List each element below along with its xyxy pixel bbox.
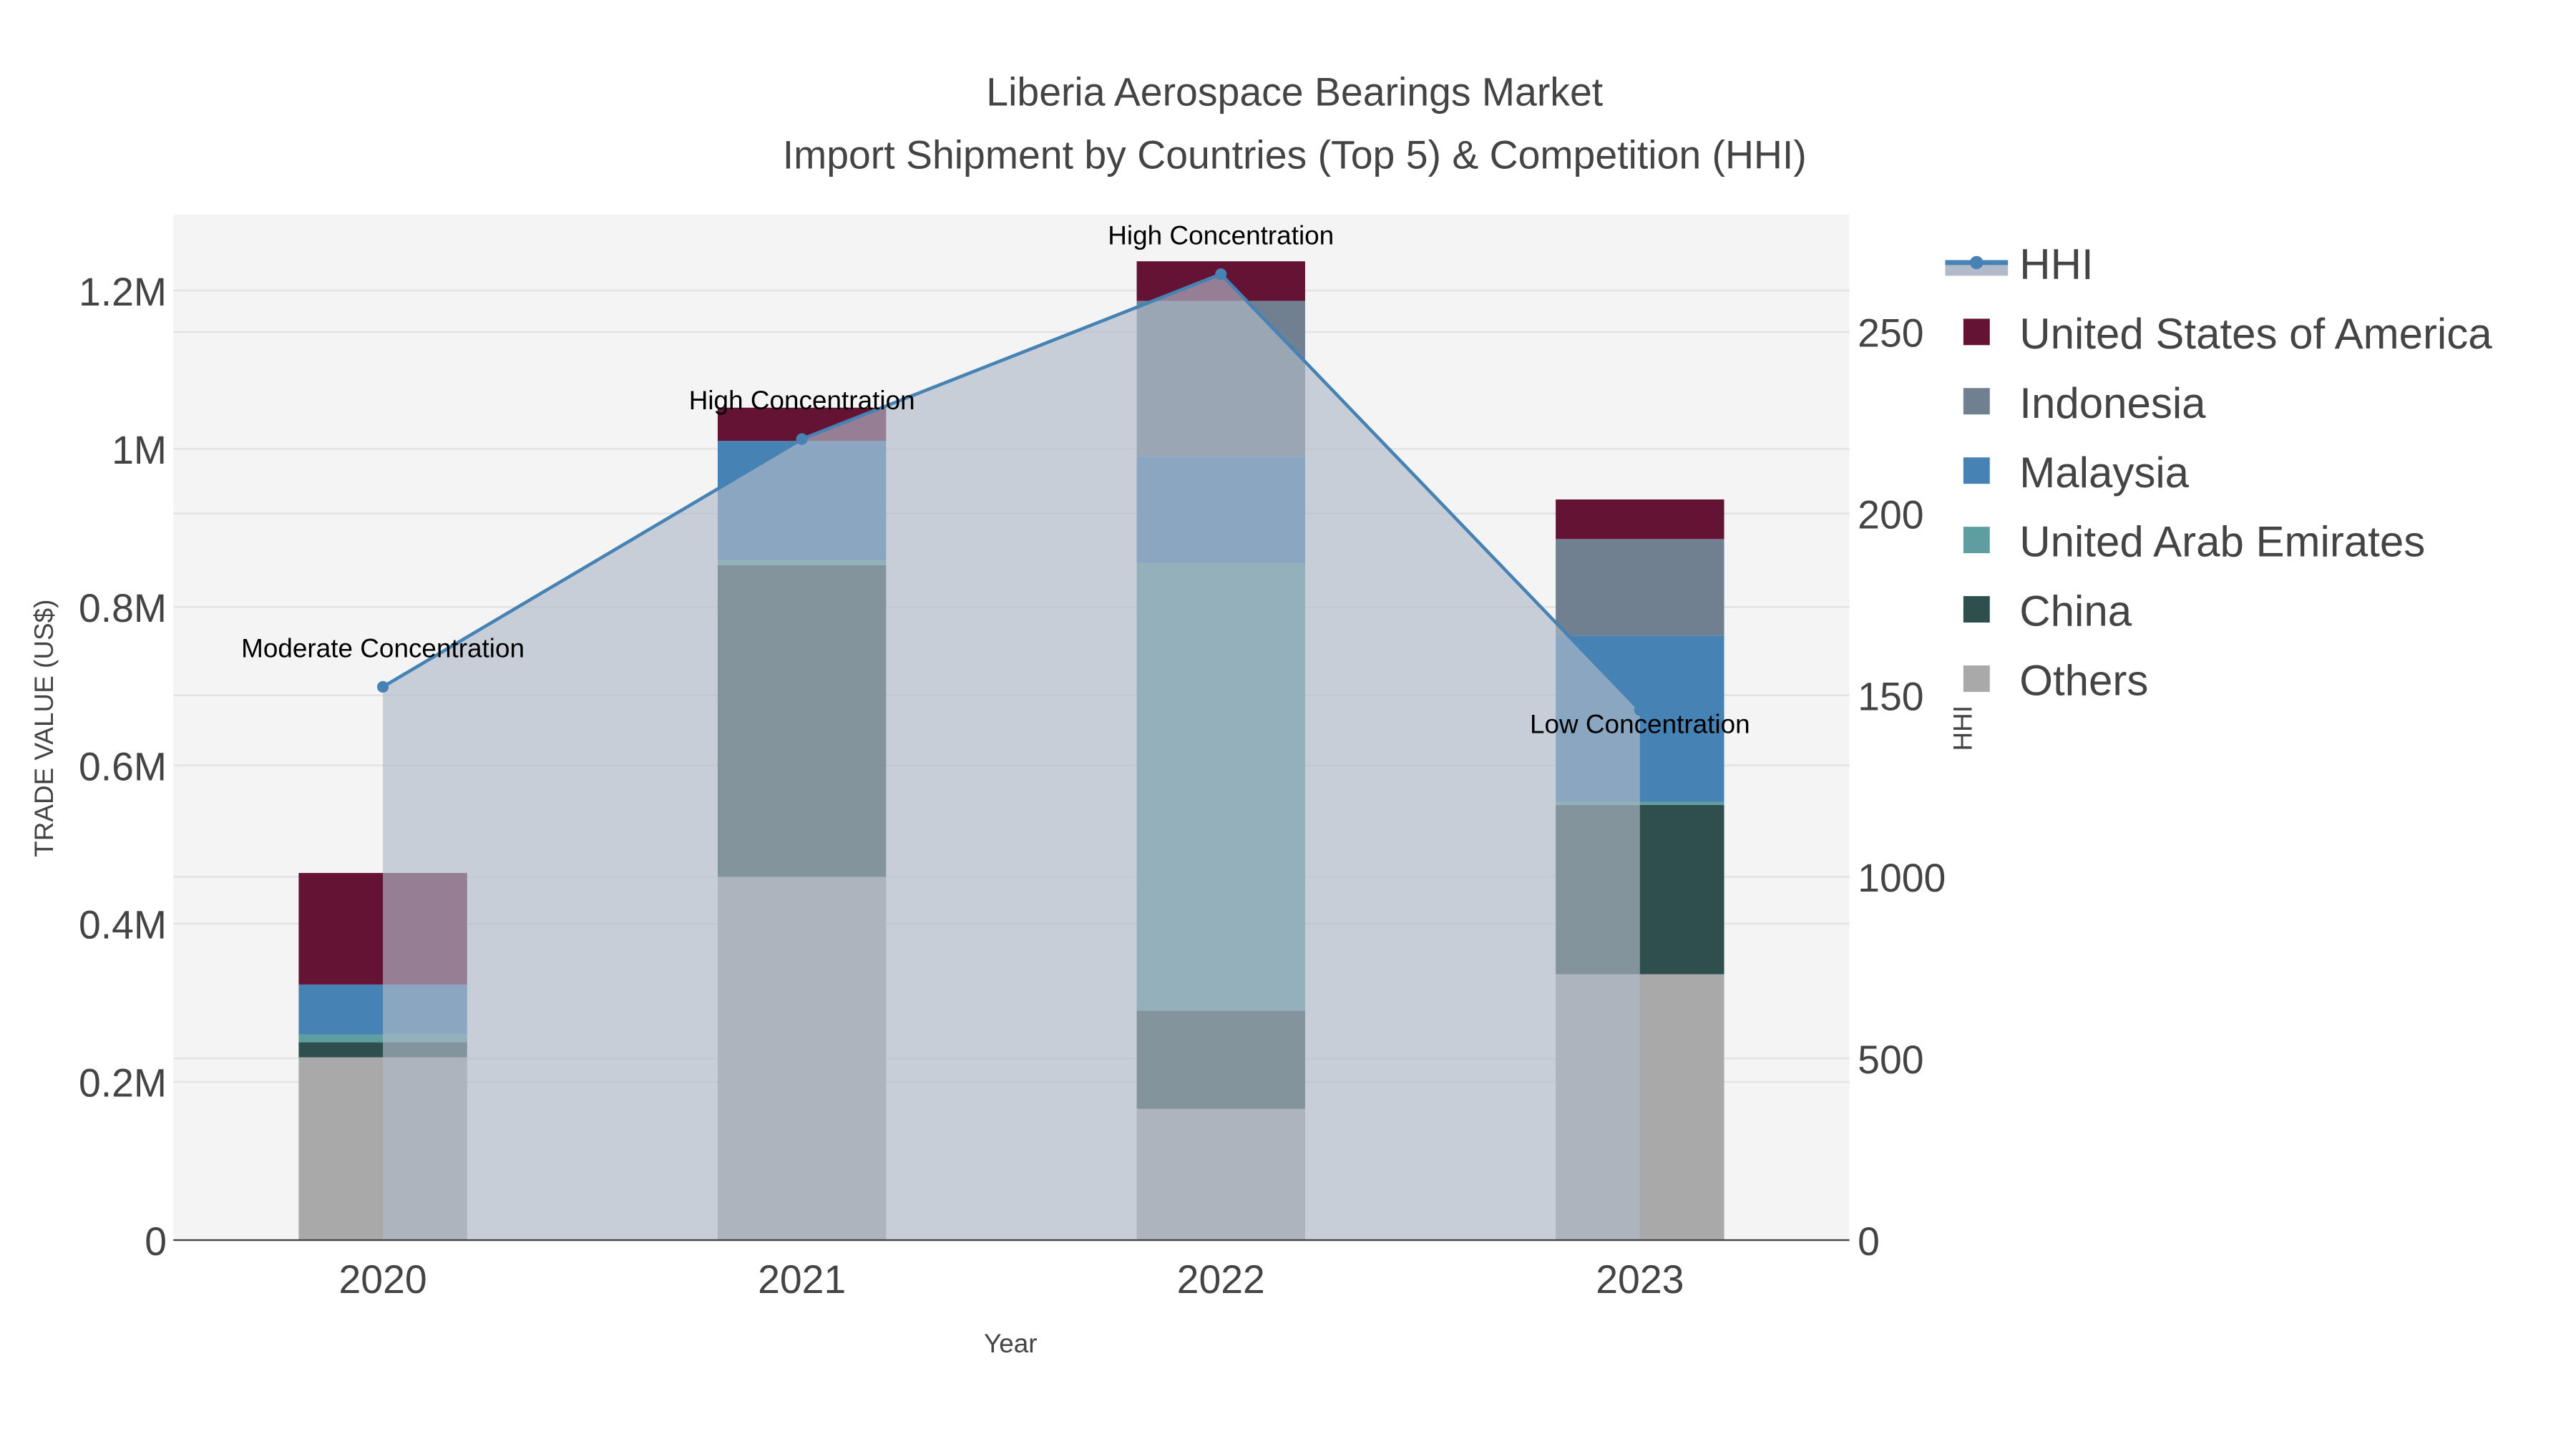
hhi-point (1215, 268, 1227, 280)
hhi-annotation: High Concentration (689, 386, 915, 415)
x-axis-ticks: 2020 2021 2022 2023 (338, 1257, 1684, 1302)
y-tick-label: 0.8M (79, 586, 167, 630)
legend-swatch (1963, 665, 1990, 692)
chart-title: Liberia Aerospace Bearings Market (986, 70, 1603, 114)
hhi-point (377, 680, 389, 693)
y2-tick-label: 1000 (1858, 856, 1946, 900)
y-tick-label: 0 (145, 1219, 167, 1264)
y-tick-label: 1.2M (79, 270, 167, 314)
legend-label: HHI (2019, 240, 2093, 288)
y2-tick-label: 200 (1858, 492, 1923, 537)
y-tick-label: 0.6M (79, 744, 167, 789)
y2-tick-label: 250 (1858, 311, 1923, 356)
y-tick-label: 0.2M (79, 1061, 167, 1106)
y2-axis-title: HHI (1948, 706, 1977, 751)
legend-label: Others (2019, 657, 2148, 705)
legend-swatch (1963, 457, 1990, 484)
legend-label: United States of America (2019, 310, 2492, 358)
y-tick-label: 1M (112, 428, 167, 472)
hhi-annotation: High Concentration (1108, 221, 1334, 250)
y2-tick-label: 500 (1858, 1038, 1923, 1082)
chart: 0 0.2M 0.4M 0.6M 0.8M 1M 1.2M 0 500 1000 150 200 25… (29, 70, 2492, 1358)
bar-united-states-of-america (1556, 499, 1724, 540)
legend-label: China (2019, 587, 2132, 635)
y-axis-title: TRADE VALUE (US$) (29, 600, 59, 857)
x-axis-title: Year (984, 1329, 1038, 1358)
legend-label: Malaysia (2019, 449, 2189, 497)
legend-hhi-marker (1970, 255, 1984, 270)
legend: HHI United States of America Indonesia Mala… (1945, 240, 2492, 705)
legend-swatch (1963, 318, 1990, 346)
y2-tick-label: 150 (1858, 674, 1923, 718)
hhi-annotation: Low Concentration (1530, 710, 1750, 739)
hhi-annotation: Moderate Concentration (241, 633, 525, 663)
y-axis-ticks: 0 0.2M 0.4M 0.6M 0.8M 1M 1.2M (79, 270, 167, 1264)
hhi-point (796, 433, 808, 445)
y-tick-label: 0.4M (79, 903, 167, 947)
x-tick-label: 2022 (1177, 1257, 1265, 1302)
legend-label: Indonesia (2019, 379, 2206, 427)
x-tick-label: 2021 (758, 1257, 846, 1302)
y2-tick-label: 0 (1858, 1219, 1880, 1264)
y2-axis-ticks: 0 500 1000 150 200 250 (1858, 311, 1946, 1264)
x-tick-label: 2023 (1596, 1257, 1684, 1302)
legend-swatch (1963, 596, 1990, 623)
x-tick-label: 2020 (338, 1257, 426, 1302)
bar-indonesia (1556, 539, 1724, 636)
legend-label: United Arab Emirates (2019, 518, 2425, 566)
legend-swatch (1963, 527, 1990, 554)
legend-swatch (1963, 388, 1990, 415)
chart-subtitle: Import Shipment by Countries (Top 5) & C… (783, 132, 1807, 177)
